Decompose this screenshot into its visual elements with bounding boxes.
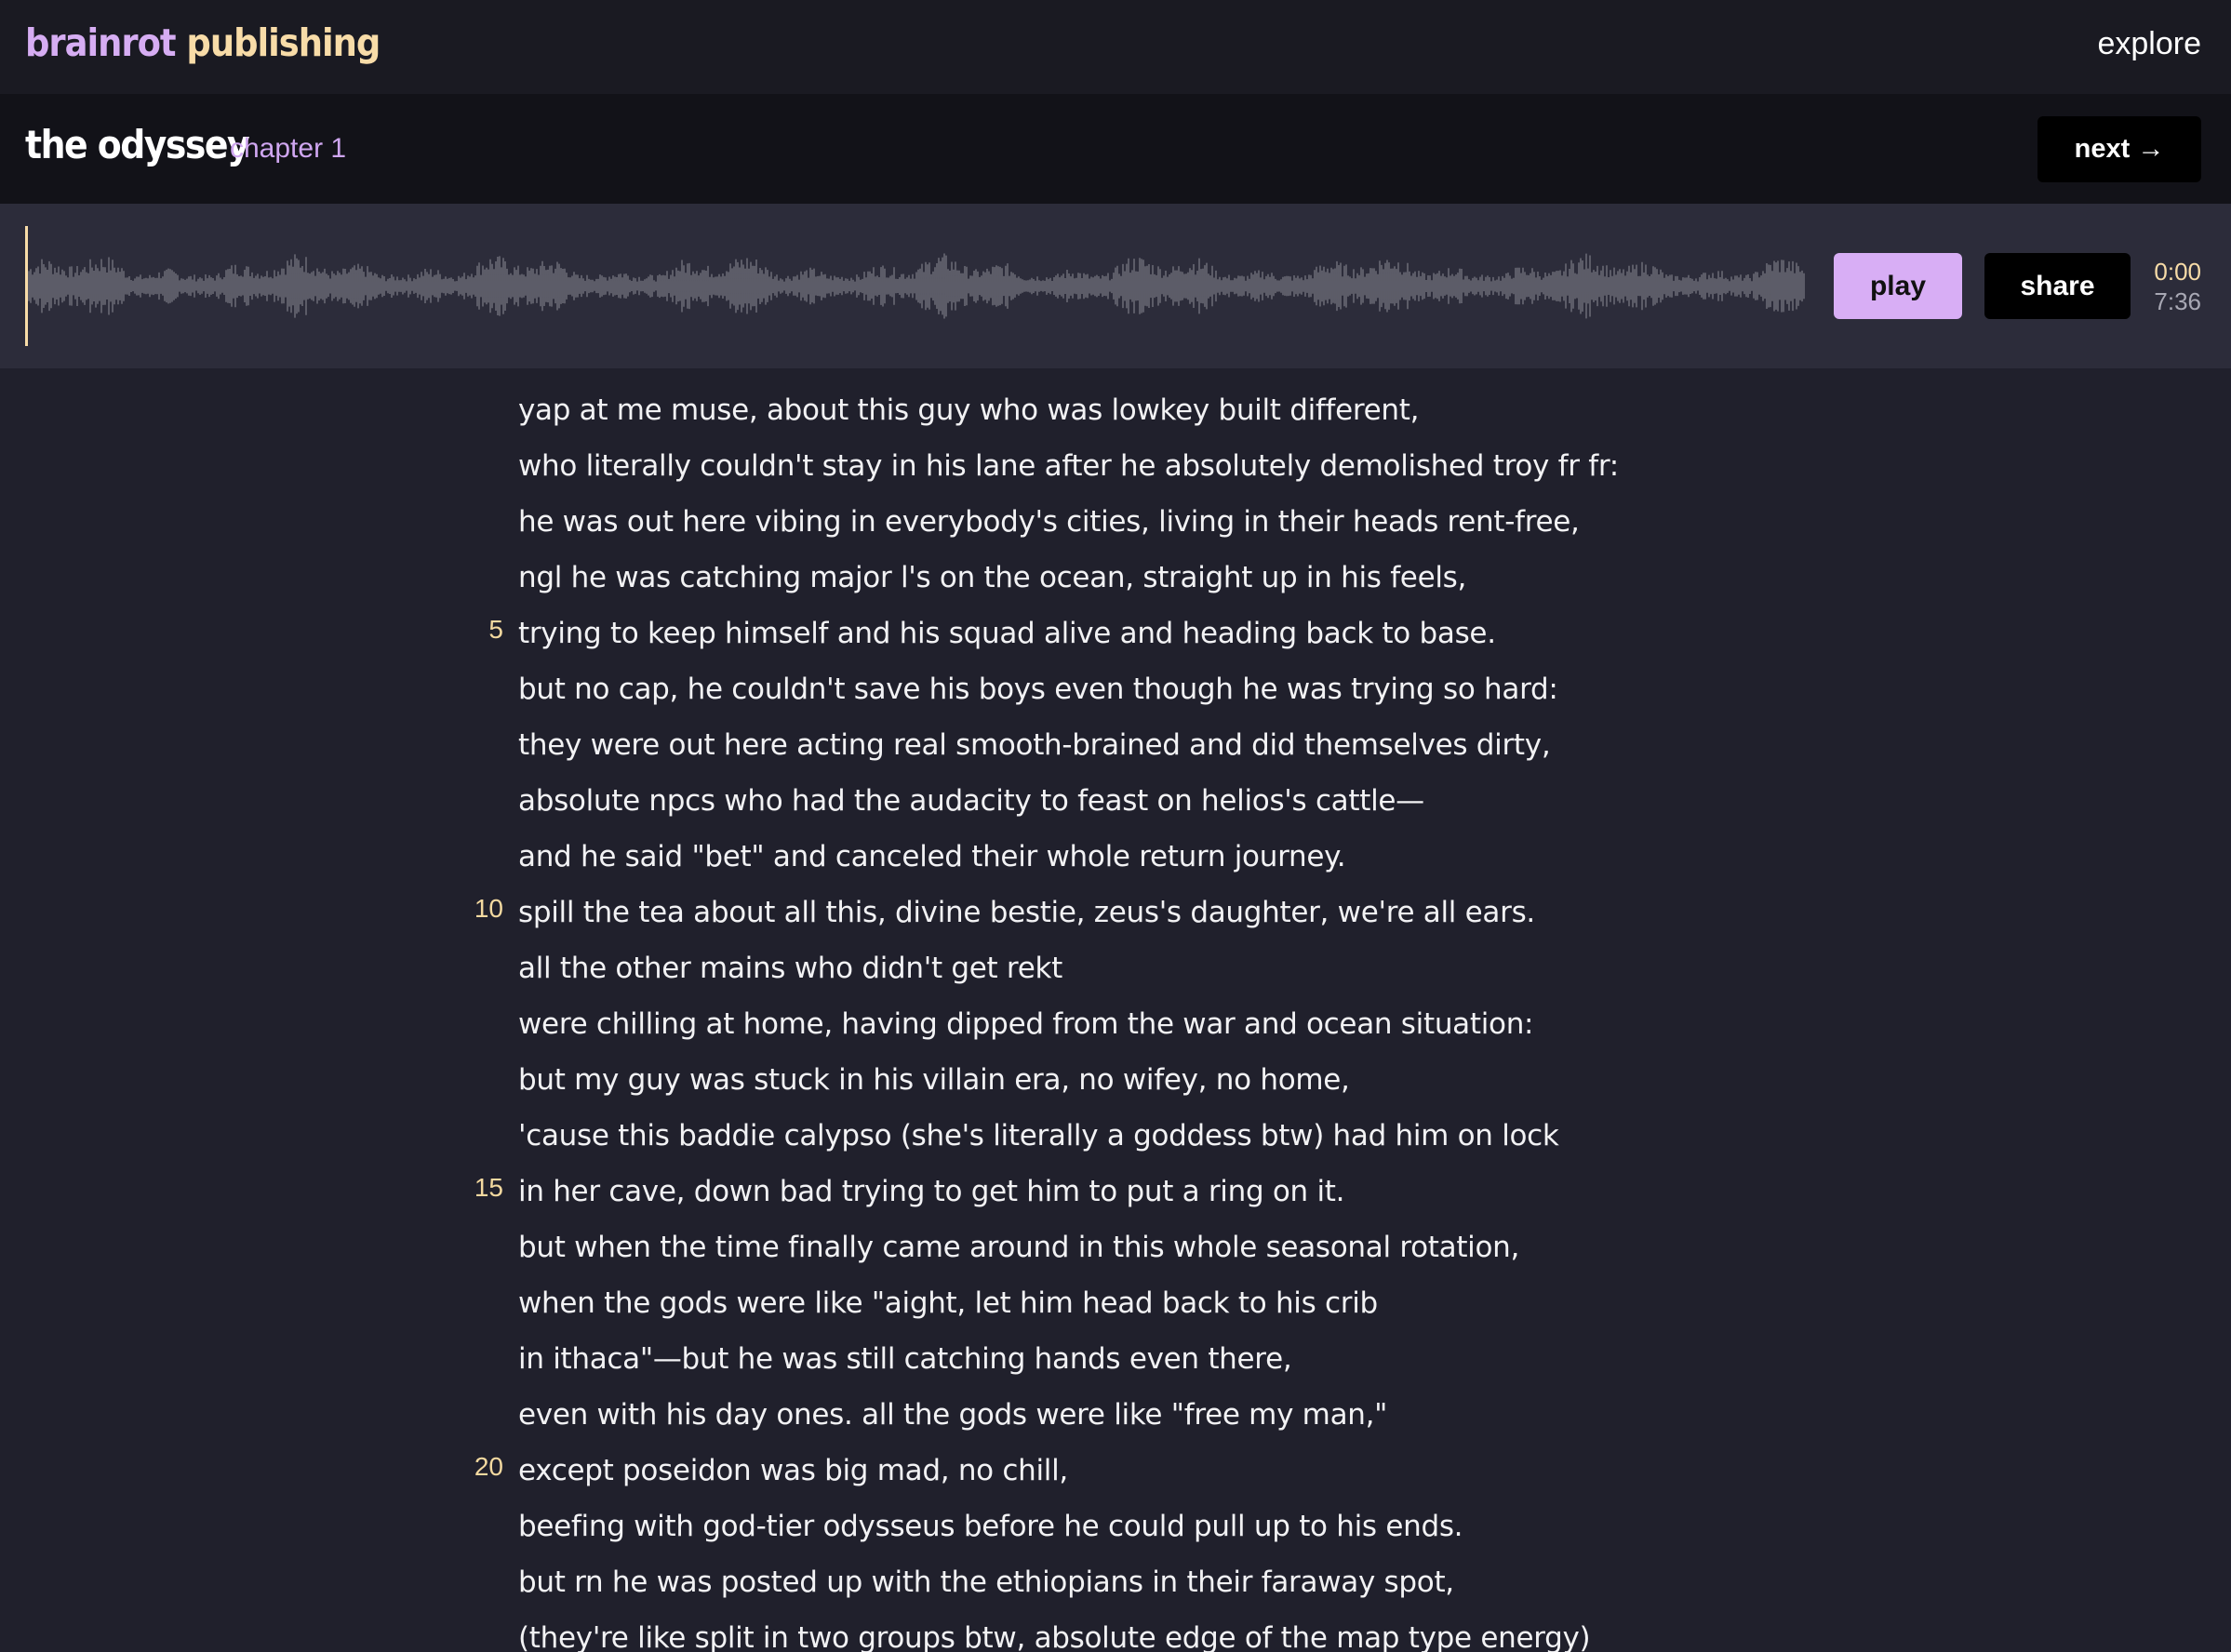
verse-line: they were out here acting real smooth-br… xyxy=(518,728,1551,762)
verse-line: but no cap, he couldn't save his boys ev… xyxy=(518,673,1558,706)
verse-line: trying to keep himself and his squad ali… xyxy=(518,617,1496,650)
arrow-right-icon: → xyxy=(2137,134,2165,164)
verse-line: yap at me muse, about this guy who was l… xyxy=(518,393,1420,427)
brand-logo[interactable]: brainrot publishing xyxy=(25,20,381,65)
line-number: 15 xyxy=(474,1173,503,1202)
verse-line: ngl he was catching major l's on the oce… xyxy=(518,561,1467,594)
verse-line: were chilling at home, having dipped fro… xyxy=(518,1007,1534,1041)
audio-waveform[interactable] xyxy=(25,226,1806,346)
explore-link[interactable]: explore xyxy=(2097,26,2201,62)
playhead[interactable] xyxy=(25,226,28,346)
verse-line: beefing with god-tier odysseus before he… xyxy=(518,1510,1463,1543)
poem-text: yap at me muse, about this guy who was l… xyxy=(0,368,2231,1652)
verse-line: but my guy was stuck in his villain era,… xyxy=(518,1063,1350,1097)
line-number: 10 xyxy=(474,894,503,923)
total-duration: 7:36 xyxy=(2154,287,2201,315)
verse-line: even with his day ones. all the gods wer… xyxy=(518,1398,1388,1432)
waveform-graphic xyxy=(25,226,1805,346)
brand-logo-part1: brainrot xyxy=(25,20,177,65)
verse-line: who literally couldn't stay in his lane … xyxy=(518,449,1619,483)
next-button-label: next xyxy=(2074,134,2131,164)
brand-logo-part2: publishing xyxy=(186,20,381,65)
verse-line: but when the time finally came around in… xyxy=(518,1231,1520,1264)
waveform-bars xyxy=(28,253,1805,319)
line-number: 5 xyxy=(488,615,503,644)
play-button[interactable]: play xyxy=(1834,253,1962,319)
verse-line: in her cave, down bad trying to get him … xyxy=(518,1175,1345,1208)
share-button[interactable]: share xyxy=(1984,253,2131,319)
verse-line: spill the tea about all this, divine bes… xyxy=(518,896,1535,929)
verse-line: except poseidon was big mad, no chill, xyxy=(518,1454,1068,1487)
verse-line: 'cause this baddie calypso (she's litera… xyxy=(518,1119,1559,1152)
verse-line: all the other mains who didn't get rekt xyxy=(518,952,1062,985)
verse-line: (they're like split in two groups btw, a… xyxy=(518,1621,1591,1652)
verse-line: and he said "bet" and canceled their who… xyxy=(518,840,1346,873)
verse-line: absolute npcs who had the audacity to fe… xyxy=(518,784,1424,818)
verse-line: when the gods were like "aight, let him … xyxy=(518,1286,1378,1320)
audio-player: play share 0:00 7:36 xyxy=(0,204,2231,368)
verse-line: he was out here vibing in everybody's ci… xyxy=(518,505,1580,539)
chapter-label: chapter 1 xyxy=(230,133,347,164)
book-title: the odyssey xyxy=(25,122,250,167)
top-navbar: brainrot publishing explore xyxy=(0,0,2231,94)
line-number: 20 xyxy=(474,1452,503,1481)
verse-line: but rn he was posted up with the ethiopi… xyxy=(518,1565,1454,1599)
current-time: 0:00 xyxy=(2154,258,2201,286)
verse-line: in ithaca"—but he was still catching han… xyxy=(518,1342,1292,1376)
book-title-bar: the odyssey chapter 1 next → xyxy=(0,94,2231,204)
next-chapter-button[interactable]: next → xyxy=(2037,116,2201,182)
